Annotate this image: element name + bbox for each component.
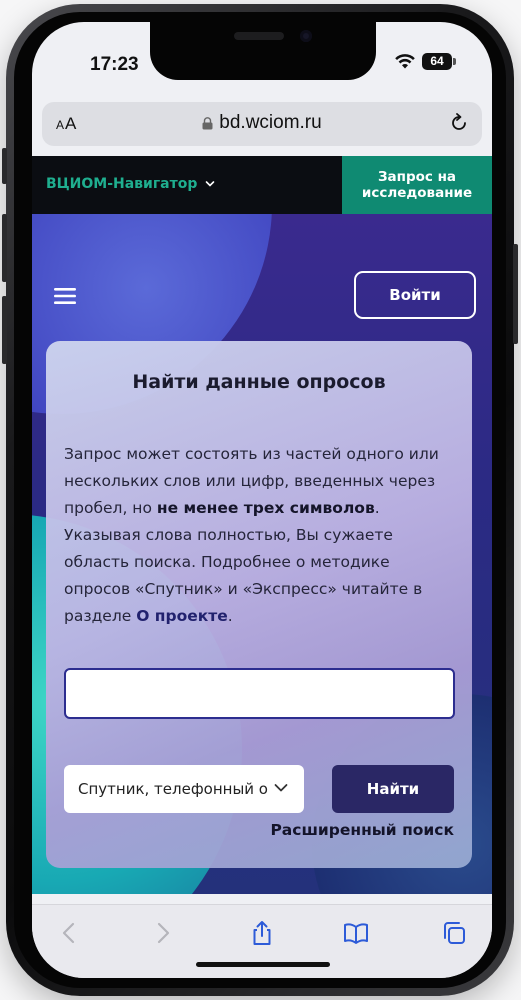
text-size-button[interactable]: AA [56, 114, 77, 134]
notch [150, 22, 376, 80]
phone-screen: 17:23 64 AA bd.wciom.ru ВЦИОМ-Навигатор … [32, 22, 492, 978]
home-indicator [196, 962, 330, 967]
status-icons: 64 [394, 52, 456, 70]
url-text: bd.wciom.ru [219, 112, 322, 134]
survey-type-select[interactable]: Спутник, телефонный опрос [64, 765, 304, 813]
search-title: Найти данные опросов [132, 371, 386, 393]
back-icon[interactable] [56, 919, 84, 947]
site-header: ВЦИОМ-Навигатор Запрос на исследование [32, 156, 492, 214]
min-chars-note: не менее трех символов [156, 499, 375, 517]
volume-up-button [2, 214, 7, 282]
mute-switch [2, 148, 7, 184]
search-card: Найти данные опросов Запрос может состоя… [46, 341, 472, 868]
volume-down-button [2, 296, 7, 364]
advanced-search-link[interactable]: Расширенный поиск [270, 821, 454, 839]
find-button[interactable]: Найти [332, 765, 454, 813]
chevron-down-icon [274, 784, 288, 792]
battery-level: 64 [430, 54, 444, 68]
hamburger-menu-icon[interactable] [54, 287, 76, 305]
about-project-link[interactable]: О проекте [136, 607, 228, 625]
reload-icon[interactable] [448, 112, 470, 134]
login-button[interactable]: Войти [354, 271, 476, 319]
request-research-button[interactable]: Запрос на исследование [342, 156, 492, 214]
bookmarks-icon[interactable] [342, 919, 370, 947]
share-icon[interactable] [248, 919, 276, 947]
address-bar[interactable]: AA bd.wciom.ru [42, 102, 482, 146]
brand-label: ВЦИОМ-Навигатор [46, 176, 198, 192]
lock-icon [202, 116, 213, 130]
tabs-icon[interactable] [440, 919, 468, 947]
search-input[interactable] [64, 668, 455, 719]
survey-type-value: Спутник, телефонный опрос [78, 780, 268, 798]
wifi-icon [395, 54, 415, 69]
search-description: Запрос может состоять из частей одного и… [64, 445, 439, 625]
front-camera [300, 30, 312, 42]
brand-menu[interactable]: ВЦИОМ-Навигатор [46, 176, 215, 192]
chevron-down-icon [206, 181, 215, 187]
hero-section: Войти Найти данные опросов Запрос может … [32, 214, 492, 894]
speaker-grille [234, 32, 284, 40]
forward-icon[interactable] [148, 919, 176, 947]
url-display[interactable]: bd.wciom.ru [42, 112, 482, 136]
power-button [513, 244, 518, 344]
status-time: 17:23 [90, 54, 139, 75]
battery-icon: 64 [422, 52, 456, 70]
